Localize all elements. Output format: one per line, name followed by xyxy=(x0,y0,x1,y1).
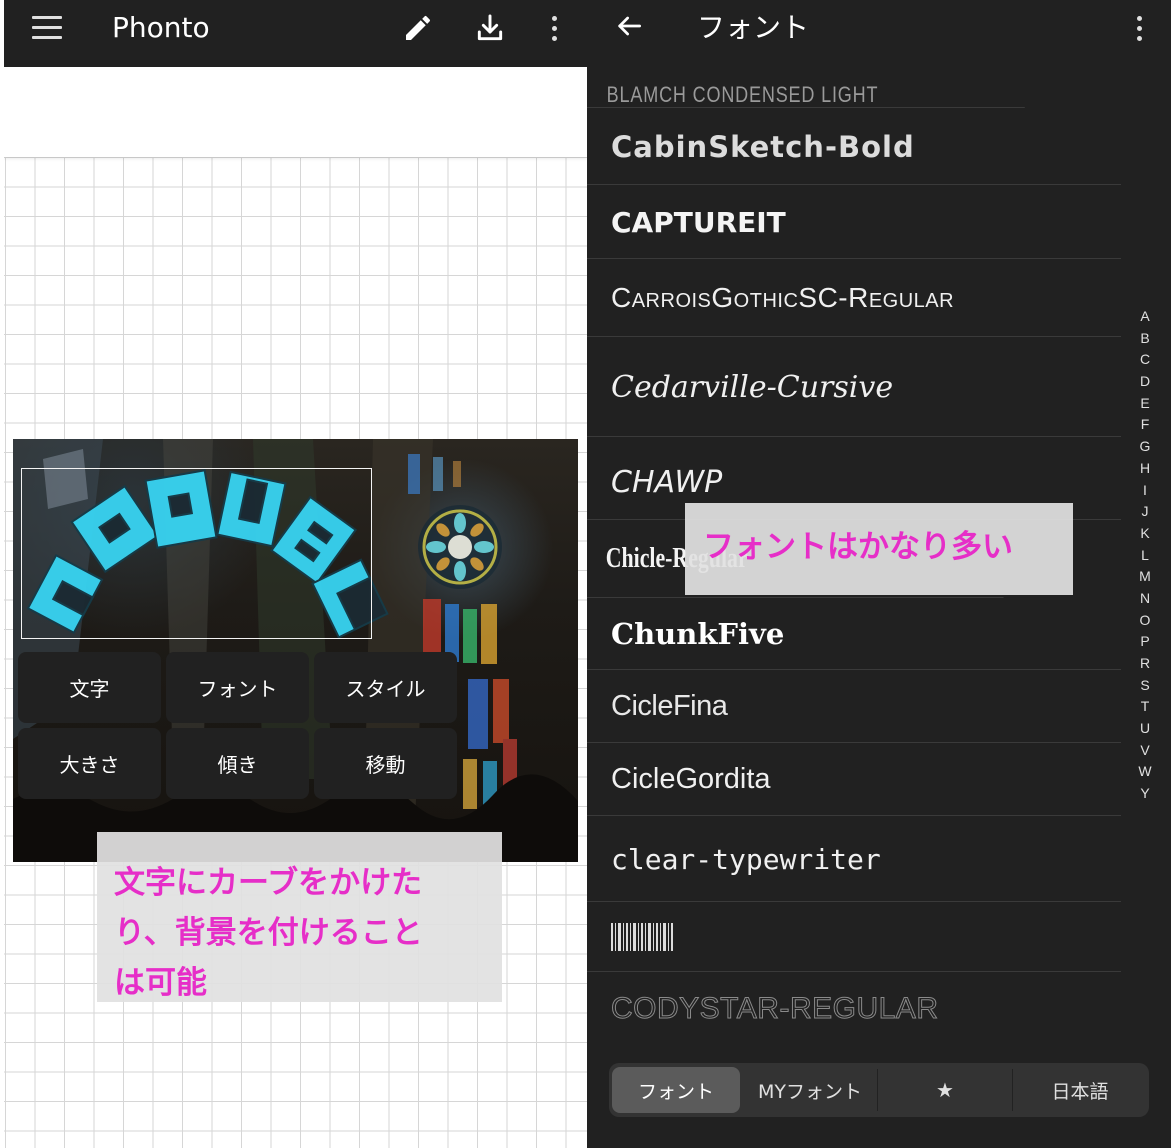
font-item-chunkfive[interactable]: ChunkFive xyxy=(587,598,1121,670)
hamburger-menu-icon[interactable] xyxy=(32,16,62,40)
index-letter[interactable]: B xyxy=(1134,328,1156,350)
index-letter[interactable]: O xyxy=(1134,610,1156,632)
font-button[interactable]: フォント xyxy=(166,652,309,723)
annotation-right: フォントはかなり多い xyxy=(685,503,1073,595)
font-item-carroisgothicsc[interactable]: CarroisGothicSC-Regular xyxy=(587,259,1121,337)
index-letter[interactable]: G xyxy=(1134,436,1156,458)
tab-font[interactable]: フォント xyxy=(612,1067,740,1113)
pencil-icon[interactable] xyxy=(400,10,436,46)
index-letter[interactable]: V xyxy=(1134,740,1156,762)
font-app-bar: フォント xyxy=(587,0,1171,60)
barcode-font-preview xyxy=(611,923,673,951)
index-letter[interactable]: E xyxy=(1134,393,1156,415)
font-item-ciclegordita[interactable]: CicleGordita xyxy=(587,743,1121,816)
annotation-line: 文字にカーブをかけた xyxy=(114,865,423,901)
page-title: フォント xyxy=(697,11,810,44)
download-icon[interactable] xyxy=(472,10,508,46)
font-item-cedarville[interactable]: Cedarville-Cursive xyxy=(587,337,1121,437)
alphabet-index[interactable]: A B C D E F G H I J K L M N O P R S T U … xyxy=(1134,306,1156,805)
tab-japanese[interactable]: 日本語 xyxy=(1013,1067,1147,1113)
index-letter[interactable]: N xyxy=(1134,588,1156,610)
font-item-clear-typewriter[interactable]: clear-typewriter xyxy=(587,816,1121,902)
index-letter[interactable]: S xyxy=(1134,675,1156,697)
index-letter[interactable]: Y xyxy=(1134,783,1156,805)
more-vert-icon[interactable] xyxy=(1121,10,1157,46)
text-button[interactable]: 文字 xyxy=(18,652,161,723)
annotation-line: は可能 xyxy=(114,965,207,1001)
index-letter[interactable]: L xyxy=(1134,545,1156,567)
more-vert-icon[interactable] xyxy=(536,10,572,46)
app-title: Phonto xyxy=(112,11,210,44)
index-letter[interactable]: M xyxy=(1134,566,1156,588)
rose-window xyxy=(418,505,502,589)
index-letter[interactable]: F xyxy=(1134,414,1156,436)
tab-my-font[interactable]: MYフォント xyxy=(743,1067,877,1113)
tab-favorites[interactable]: ★ xyxy=(878,1067,1012,1113)
top-blank-area xyxy=(4,67,587,157)
index-letter[interactable]: C xyxy=(1134,349,1156,371)
index-letter[interactable]: U xyxy=(1134,718,1156,740)
phonto-editor-panel: Phonto 文字 フォント スタイル 大きさ 傾き 移動 文字にカーブをかけた… xyxy=(4,0,587,1148)
index-letter[interactable]: J xyxy=(1134,501,1156,523)
index-letter[interactable]: R xyxy=(1134,653,1156,675)
font-item-codystar[interactable]: CODYSTAR-REGULAR xyxy=(587,972,1121,1046)
font-item-captureit[interactable]: CAPTUREIT xyxy=(587,185,1121,259)
font-item-cabinsketch[interactable]: CabinSketch-Bold xyxy=(587,108,1121,185)
font-tab-bar: フォント MYフォント ★ 日本語 xyxy=(609,1063,1149,1117)
font-item-barcode[interactable] xyxy=(587,902,1121,972)
text-selection-frame[interactable] xyxy=(21,468,372,639)
font-item-ciclefina[interactable]: CicleFina xyxy=(587,670,1121,743)
index-letter[interactable]: I xyxy=(1134,480,1156,502)
index-letter[interactable]: T xyxy=(1134,696,1156,718)
index-letter[interactable]: D xyxy=(1134,371,1156,393)
index-letter[interactable]: K xyxy=(1134,523,1156,545)
tilt-button[interactable]: 傾き xyxy=(166,728,309,799)
style-button[interactable]: スタイル xyxy=(314,652,457,723)
font-item-blamch[interactable]: BLAMCH CONDENSED LIGHT xyxy=(587,60,1025,108)
index-letter[interactable]: A xyxy=(1134,306,1156,328)
annotation-left: 文字にカーブをかけた り、背景を付けること は可能 xyxy=(97,832,502,1002)
index-letter[interactable]: W xyxy=(1134,761,1156,783)
move-button[interactable]: 移動 xyxy=(314,728,457,799)
edit-button-grid: 文字 フォント スタイル 大きさ 傾き 移動 xyxy=(18,652,462,800)
index-letter[interactable]: H xyxy=(1134,458,1156,480)
arrow-back-icon[interactable] xyxy=(613,10,649,46)
annotation-line: り、背景を付けること xyxy=(114,915,423,951)
size-button[interactable]: 大きさ xyxy=(18,728,161,799)
index-letter[interactable]: P xyxy=(1134,631,1156,653)
editor-app-bar: Phonto xyxy=(4,0,587,67)
